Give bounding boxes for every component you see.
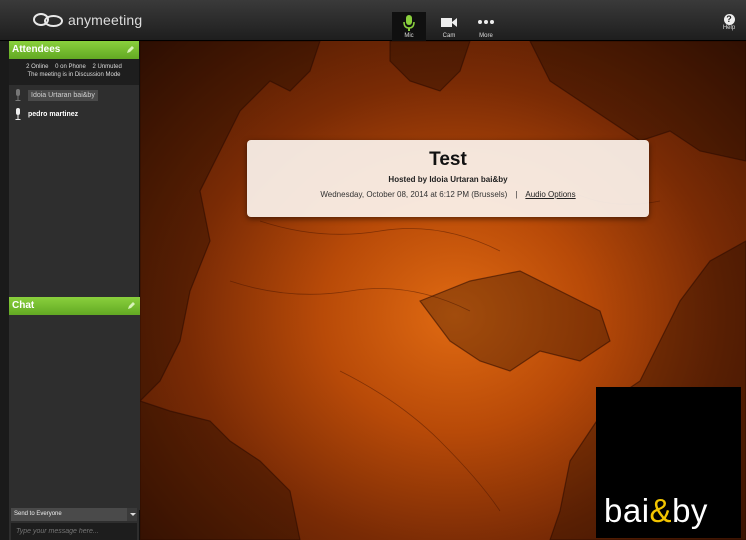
attendee-row[interactable]: Idoia Urtaran bai&by <box>9 86 139 104</box>
chevron-down-icon[interactable] <box>127 508 137 521</box>
meeting-host: Hosted by Idoia Urtaran bai&by <box>388 175 508 184</box>
meeting-mode: The meeting is in Discussion Mode <box>27 72 121 78</box>
cam-button[interactable]: Cam <box>432 12 466 41</box>
attendee-row[interactable]: pedro martinez <box>9 105 139 123</box>
send-to-value: Send to Everyone <box>14 511 62 517</box>
mic-label: Mic <box>404 33 414 39</box>
attendee-counts: 2 Online 0 on Phone 2 Unmuted <box>26 64 122 70</box>
help-button[interactable]: ? Help <box>718 14 740 31</box>
mic-icon <box>15 89 21 101</box>
cam-label: Cam <box>442 33 456 39</box>
more-label: More <box>479 33 493 39</box>
pencil-icon[interactable] <box>127 301 136 310</box>
audio-options-link[interactable]: Audio Options <box>525 190 575 199</box>
chat-messages <box>9 315 140 510</box>
top-toolbar: anymeeting Mic Cam More ? Help <box>0 0 746 41</box>
brand-amp: & <box>649 492 673 529</box>
logo-icon <box>33 12 63 28</box>
mic-icon <box>15 108 21 120</box>
attendees-title: Attendees <box>12 44 61 55</box>
more-icon <box>478 20 494 24</box>
mic-icon <box>403 15 415 31</box>
chat-message-input[interactable] <box>11 523 137 540</box>
brand-part1: bai <box>604 492 650 529</box>
more-button[interactable]: More <box>469 12 503 41</box>
meeting-stage: Test Hosted by Idoia Urtaran bai&by Wedn… <box>140 41 746 540</box>
separator: | <box>515 190 518 199</box>
mic-button[interactable]: Mic <box>392 12 426 41</box>
meeting-info-card: Test Hosted by Idoia Urtaran bai&by Wedn… <box>247 140 649 217</box>
meeting-datetime: Wednesday, October 08, 2014 at 6:12 PM (… <box>320 190 508 199</box>
camera-icon <box>441 18 457 27</box>
attendee-name: pedro martinez <box>28 110 79 118</box>
anymeeting-logo: anymeeting <box>33 12 142 28</box>
meeting-title: Test <box>429 149 467 170</box>
attendee-stats: 2 Online 0 on Phone 2 Unmuted The meetin… <box>9 59 139 85</box>
meeting-datetime-row: Wednesday, October 08, 2014 at 6:12 PM (… <box>247 190 649 199</box>
brand-part2: by <box>672 492 708 529</box>
logo-text: anymeeting <box>68 12 143 28</box>
chat-title: Chat <box>12 300 35 311</box>
sidebar: Attendees 2 Online 0 on Phone 2 Unmuted … <box>9 41 140 540</box>
send-to-select[interactable]: Send to Everyone <box>11 508 137 521</box>
brand-wordmark: bai&by <box>604 492 708 530</box>
attendee-name: Idoia Urtaran bai&by <box>28 89 98 101</box>
help-label: Help <box>722 25 736 31</box>
attendees-header: Attendees <box>9 41 139 59</box>
help-icon: ? <box>723 14 735 25</box>
pencil-icon[interactable] <box>126 45 135 54</box>
brand-logo-tile: bai&by <box>596 387 741 538</box>
chat-header: Chat <box>9 297 140 315</box>
